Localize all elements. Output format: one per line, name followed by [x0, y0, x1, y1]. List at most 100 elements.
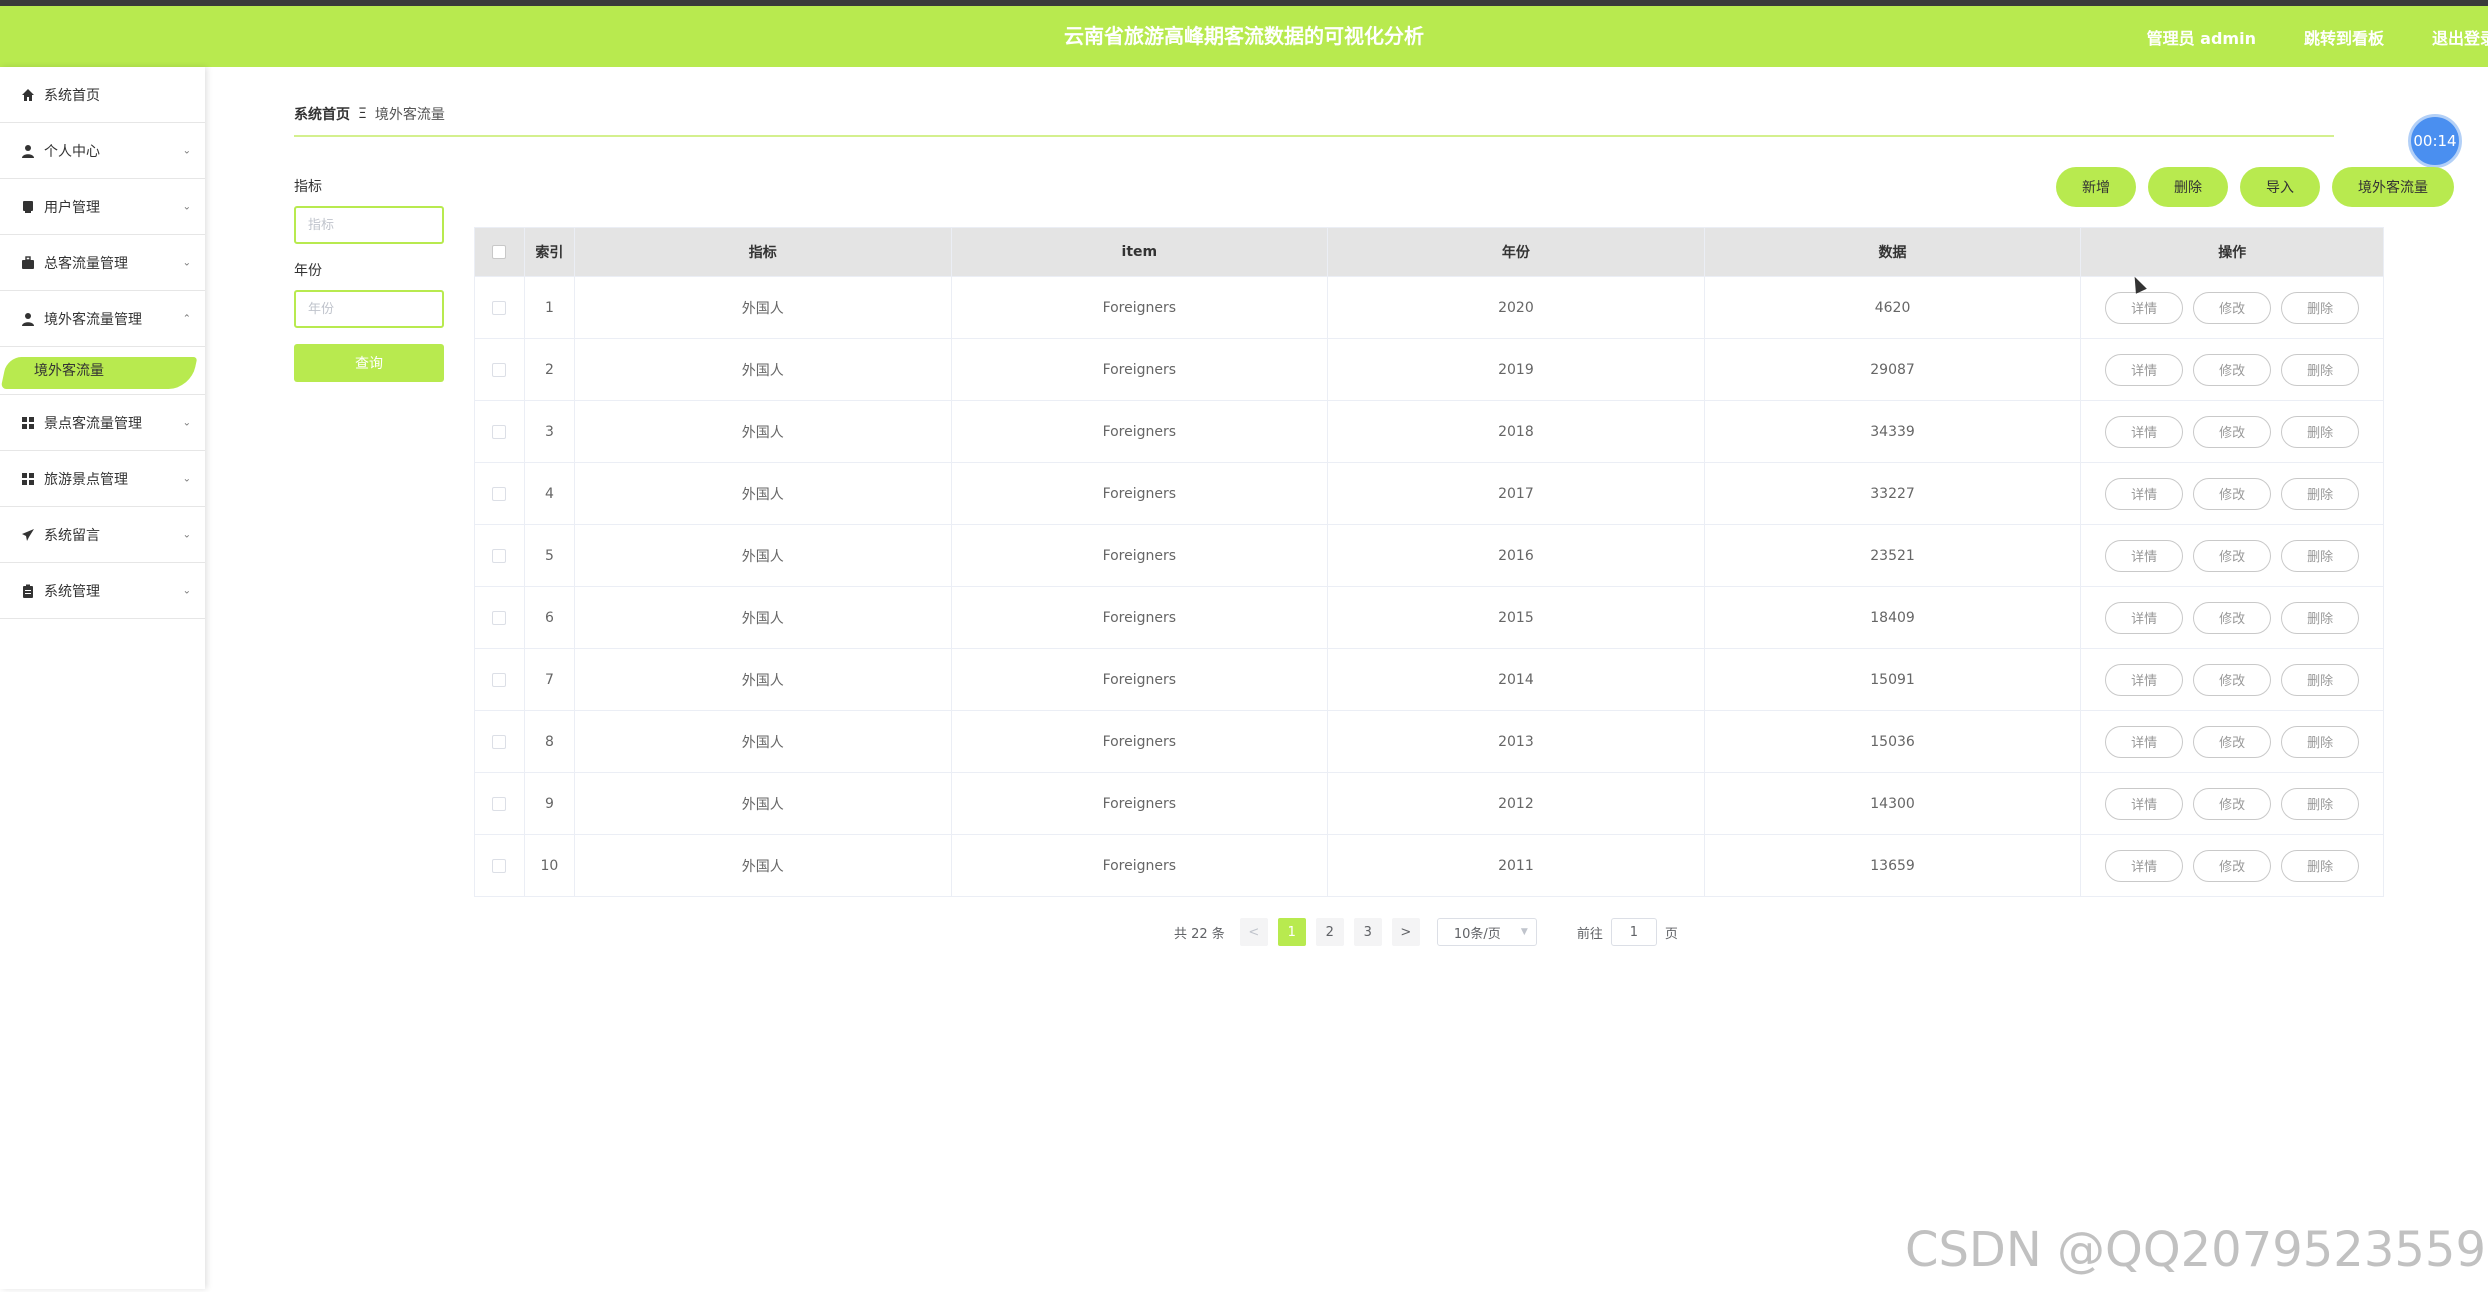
row-checkbox[interactable] [492, 486, 507, 501]
sidebar-item-user-management[interactable]: 用户管理 ⌄ [0, 179, 205, 235]
cell-operations: 详情 修改 删除 [2081, 525, 2383, 586]
prev-page-button[interactable]: < [1239, 918, 1268, 946]
edit-button[interactable]: 修改 [2193, 539, 2272, 572]
row-checkbox[interactable] [492, 858, 507, 873]
detail-button[interactable]: 详情 [2105, 291, 2184, 324]
timer-badge[interactable]: 00:14 [2408, 114, 2462, 168]
page-1-button[interactable]: 1 [1277, 918, 1306, 946]
detail-button[interactable]: 详情 [2105, 477, 2184, 510]
row-delete-button[interactable]: 删除 [2281, 291, 2360, 324]
add-button[interactable]: 新增 [2056, 167, 2136, 207]
sidebar-subitem-foreign-flow[interactable]: 境外客流量 [0, 347, 205, 395]
row-delete-button[interactable]: 删除 [2281, 601, 2360, 634]
edit-button[interactable]: 修改 [2193, 663, 2272, 696]
chevron-down-icon: ⌄ [182, 201, 191, 212]
detail-button[interactable]: 详情 [2105, 787, 2184, 820]
cell-data: 4620 [1705, 277, 2082, 338]
sidebar-item-label: 总客流量管理 [44, 255, 128, 272]
goto-page-input[interactable] [1610, 918, 1657, 946]
edit-button[interactable]: 修改 [2193, 291, 2272, 324]
select-all-checkbox[interactable] [492, 245, 507, 259]
table-row: 3 外国人 Foreigners 2018 34339 详情 修改 删除 [475, 400, 2383, 462]
page-2-button[interactable]: 2 [1315, 918, 1344, 946]
table-row: 4 外国人 Foreigners 2017 33227 详情 修改 删除 [475, 462, 2383, 524]
chevron-down-icon: ⌄ [182, 417, 191, 428]
sidebar-item-messages[interactable]: 系统留言 ⌄ [0, 507, 205, 563]
chevron-up-icon: ⌃ [182, 313, 191, 324]
sidebar-item-scenic-spots[interactable]: 旅游景点管理 ⌄ [0, 451, 205, 507]
row-delete-button[interactable]: 删除 [2281, 353, 2360, 386]
sidebar-item-label: 用户管理 [44, 199, 100, 216]
sidebar-item-personal-center[interactable]: 个人中心 ⌄ [0, 123, 205, 179]
edit-button[interactable]: 修改 [2193, 849, 2272, 882]
row-checkbox[interactable] [492, 672, 507, 687]
table-row: 8 外国人 Foreigners 2013 15036 详情 修改 删除 [475, 710, 2383, 772]
sidebar-item-system[interactable]: 系统管理 ⌄ [0, 563, 205, 619]
row-delete-button[interactable]: 删除 [2281, 725, 2360, 758]
cell-operations: 详情 修改 删除 [2081, 277, 2383, 338]
sidebar-item-home[interactable]: 系统首页 [0, 67, 205, 123]
edit-button[interactable]: 修改 [2193, 787, 2272, 820]
edit-button[interactable]: 修改 [2193, 477, 2272, 510]
chevron-down-icon: ⌄ [182, 145, 191, 156]
row-checkbox[interactable] [492, 300, 507, 315]
detail-button[interactable]: 详情 [2105, 849, 2184, 882]
cell-operations: 详情 修改 删除 [2081, 587, 2383, 648]
indicator-input[interactable] [294, 206, 444, 244]
edit-button[interactable]: 修改 [2193, 601, 2272, 634]
briefcase-icon [20, 255, 36, 271]
header-checkbox-cell [475, 228, 525, 276]
row-checkbox-cell [475, 525, 525, 586]
next-page-button[interactable]: > [1391, 918, 1420, 946]
sidebar-item-foreign-flow[interactable]: 境外客流量管理 ⌃ [0, 291, 205, 347]
grid-icon [20, 415, 36, 431]
cell-index: 8 [525, 711, 575, 772]
detail-button[interactable]: 详情 [2105, 663, 2184, 696]
page-size-select[interactable]: 10条/页 ▼ [1436, 918, 1537, 946]
row-checkbox[interactable] [492, 362, 507, 377]
cell-operations: 详情 修改 删除 [2081, 773, 2383, 834]
cell-operations: 详情 修改 删除 [2081, 711, 2383, 772]
breadcrumb-home[interactable]: 系统首页 [294, 104, 350, 124]
row-delete-button[interactable]: 删除 [2281, 849, 2360, 882]
detail-button[interactable]: 详情 [2105, 601, 2184, 634]
dashboard-link[interactable]: 跳转到看板 [2304, 25, 2384, 49]
row-checkbox[interactable] [492, 548, 507, 563]
row-delete-button[interactable]: 删除 [2281, 663, 2360, 696]
cell-indicator: 外国人 [575, 835, 952, 896]
foreign-flow-chart-button[interactable]: 境外客流量 [2332, 167, 2454, 207]
row-checkbox[interactable] [492, 734, 507, 749]
row-checkbox[interactable] [492, 796, 507, 811]
row-delete-button[interactable]: 删除 [2281, 787, 2360, 820]
chevron-down-icon: ▼ [1520, 927, 1528, 937]
sidebar: 系统首页 个人中心 ⌄ 用户管理 ⌄ 总客流量管理 ⌄ 境外客流量管理 ⌃ 境外… [0, 67, 205, 1289]
cell-indicator: 外国人 [575, 649, 952, 710]
row-delete-button[interactable]: 删除 [2281, 539, 2360, 572]
page-3-button[interactable]: 3 [1353, 918, 1382, 946]
edit-button[interactable]: 修改 [2193, 353, 2272, 386]
cell-year: 2015 [1328, 587, 1705, 648]
sidebar-item-scenic-flow[interactable]: 景点客流量管理 ⌄ [0, 395, 205, 451]
detail-button[interactable]: 详情 [2105, 415, 2184, 448]
cell-indicator: 外国人 [575, 339, 952, 400]
row-checkbox[interactable] [492, 424, 507, 439]
row-delete-button[interactable]: 删除 [2281, 415, 2360, 448]
logout-link[interactable]: 退出登录 [2432, 25, 2488, 49]
cell-data: 15091 [1705, 649, 2082, 710]
table-row: 2 外国人 Foreigners 2019 29087 详情 修改 删除 [475, 338, 2383, 400]
edit-button[interactable]: 修改 [2193, 725, 2272, 758]
year-input[interactable] [294, 290, 444, 328]
detail-button[interactable]: 详情 [2105, 725, 2184, 758]
sidebar-item-total-flow[interactable]: 总客流量管理 ⌄ [0, 235, 205, 291]
user-management-icon [20, 199, 36, 215]
total-count: 共 22 条 [1174, 926, 1225, 942]
edit-button[interactable]: 修改 [2193, 415, 2272, 448]
detail-button[interactable]: 详情 [2105, 353, 2184, 386]
row-delete-button[interactable]: 删除 [2281, 477, 2360, 510]
import-button[interactable]: 导入 [2240, 167, 2320, 207]
detail-button[interactable]: 详情 [2105, 539, 2184, 572]
delete-button[interactable]: 删除 [2148, 167, 2228, 207]
cell-data: 29087 [1705, 339, 2082, 400]
query-button[interactable]: 查询 [294, 344, 444, 382]
row-checkbox[interactable] [492, 610, 507, 625]
